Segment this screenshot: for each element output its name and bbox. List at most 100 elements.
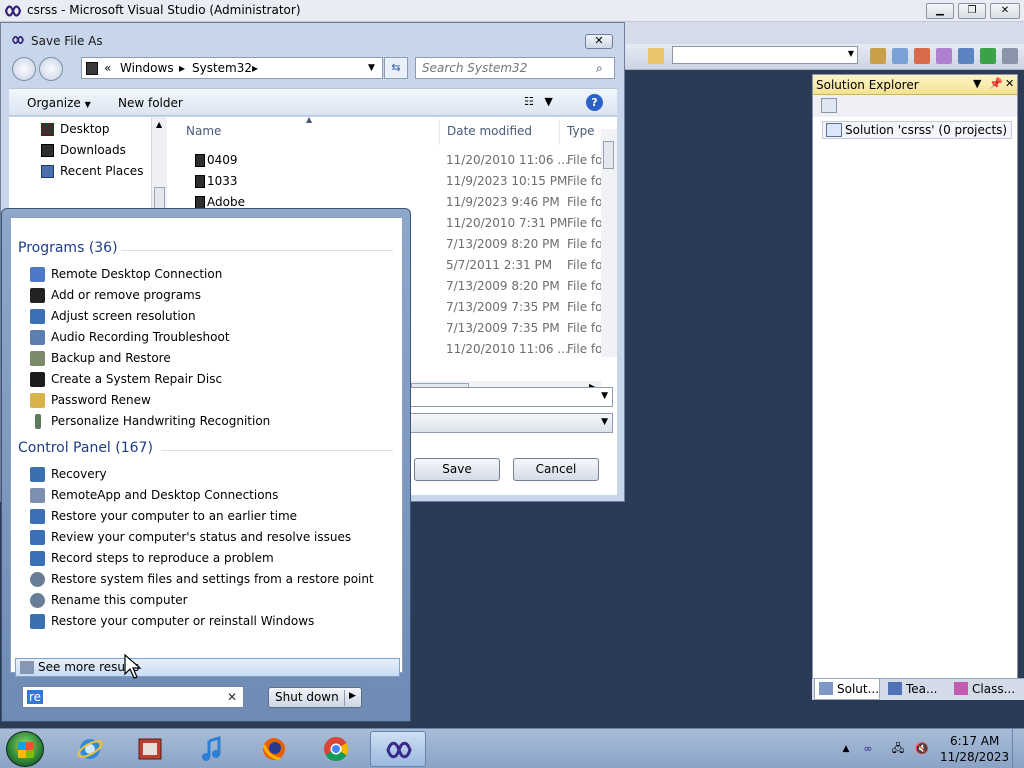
taskbar-itunes[interactable] [184,731,240,767]
result-record-steps[interactable]: Record steps to reproduce a problem [30,549,274,569]
save-as-type-combo[interactable]: ▼ [405,413,613,433]
file-date: 7/13/2009 7:35 PM [446,300,560,314]
start-page-icon[interactable] [980,48,996,64]
taskbar-firefox[interactable] [246,731,302,767]
solution-node[interactable]: Solution 'csrss' (0 projects) [822,121,1013,139]
column-divider[interactable] [439,119,440,145]
result-backup-and-restore[interactable]: Backup and Restore [30,349,171,369]
nav-pane-scrollbar[interactable]: ▲ [151,117,167,209]
programs-group-header[interactable]: Programs (36) [18,240,118,256]
close-button[interactable]: ✕ [990,3,1020,19]
result-label: Backup and Restore [51,351,171,365]
close-icon[interactable]: ✕ [1005,77,1014,90]
taskbar-visual-studio[interactable] [370,731,426,767]
breadcrumb-windows[interactable]: Windows [120,61,174,75]
nav-item-recent-places[interactable]: Recent Places [41,164,143,178]
tab-class-view[interactable]: Class... [950,679,1024,700]
result-review-status[interactable]: Review your computer's status and resolv… [30,528,351,548]
taskbar-chrome[interactable] [308,731,364,767]
file-row[interactable]: 1033 11/9/2023 10:15 PMFile fol [169,171,617,192]
result-personalize-handwriting[interactable]: Personalize Handwriting Recognition [30,412,270,432]
shutdown-button[interactable]: Shut down ▶ [268,687,362,708]
tools-icon[interactable] [958,48,974,64]
volume-muted-icon[interactable]: 🔇 [914,741,930,757]
start-search-input[interactable]: re ✕ [22,686,244,708]
result-remoteapp[interactable]: RemoteApp and Desktop Connections [30,486,278,506]
column-header-date[interactable]: Date modified [447,124,532,138]
view-options-button[interactable]: ☷ ▼ [524,95,564,111]
computer-icon [30,593,45,608]
start-button[interactable] [6,731,44,767]
file-name-combo[interactable]: ▼ [405,387,613,407]
column-header-type[interactable]: Type [567,124,595,138]
back-button[interactable] [12,57,36,81]
properties-icon[interactable] [892,48,908,64]
file-date: 11/20/2010 11:06 ... [446,153,569,167]
cancel-button[interactable]: Cancel [513,458,599,481]
column-divider[interactable] [559,119,560,145]
result-rename-computer[interactable]: Rename this computer [30,591,188,611]
nav-item-desktop[interactable]: Desktop [41,122,110,136]
toolbox-icon[interactable] [936,48,952,64]
file-list-scrollbar[interactable] [601,129,617,357]
address-bar[interactable]: « Windows ▸ System32 ▸ ▼ [81,57,383,79]
show-desktop-button[interactable] [1012,729,1024,768]
column-header-name[interactable]: Name [186,124,221,138]
see-more-results-link[interactable]: See more results [15,658,400,677]
result-adjust-screen-resolution[interactable]: Adjust screen resolution [30,307,196,327]
display-icon [30,309,45,324]
solution-explorer-icon[interactable] [870,48,886,64]
close-button[interactable]: ✕ [585,34,613,49]
properties-icon[interactable] [821,98,837,113]
chevron-down-icon[interactable]: ▼ [601,391,608,401]
organize-button[interactable]: Organize ▼ [27,96,91,110]
minimize-button[interactable]: ▁ [926,3,954,19]
pin-icon[interactable]: 📌 [989,77,1003,90]
result-reinstall-windows[interactable]: Restore your computer or reinstall Windo… [30,612,314,632]
refresh-button[interactable]: ⇆ [384,57,408,79]
nav-item-downloads[interactable]: Downloads [41,143,126,157]
taskbar-internet-explorer[interactable] [62,731,118,767]
new-folder-button[interactable]: New folder [118,96,183,110]
result-create-system-repair-disc[interactable]: Create a System Repair Disc [30,370,222,390]
object-browser-icon[interactable] [914,48,930,64]
result-password-renew[interactable]: Password Renew [30,391,151,411]
search-query[interactable]: re [27,690,44,704]
result-remote-desktop-connection[interactable]: Remote Desktop Connection [30,265,222,285]
result-restore-system-files[interactable]: Restore system files and settings from a… [30,570,374,590]
taskbar-media-center[interactable] [122,731,178,767]
solution-config-combo[interactable]: ▼ [672,46,858,64]
result-add-remove-programs[interactable]: Add or remove programs [30,286,201,306]
options-icon[interactable] [1002,48,1018,64]
forward-button[interactable] [39,57,63,81]
clock-time[interactable]: 6:17 AM [950,734,999,748]
tab-team-explorer[interactable]: Tea... [884,679,946,700]
chevron-down-icon[interactable]: ▼ [368,63,375,73]
network-icon[interactable]: 🖧 [890,741,906,757]
search-box[interactable]: ⌕ [415,57,615,79]
search-input[interactable] [422,60,592,76]
scroll-thumb[interactable] [154,187,165,209]
save-button[interactable]: Save [414,458,500,481]
breadcrumb-overflow[interactable]: « [104,61,111,75]
result-recovery[interactable]: Recovery [30,465,107,485]
result-audio-recording-troubleshoot[interactable]: Audio Recording Troubleshoot [30,328,230,348]
file-row[interactable]: 0409 11/20/2010 11:06 ...File fol [169,150,617,171]
show-hidden-icons-icon[interactable]: ▲ [838,741,854,757]
dropdown-arrow-icon[interactable]: ▼ [973,77,981,90]
scroll-thumb[interactable] [603,141,614,169]
chevron-down-icon[interactable]: ▼ [601,417,608,427]
help-icon[interactable]: ? [586,94,603,111]
control-panel-group-header[interactable]: Control Panel (167) [18,440,153,456]
chevron-right-icon[interactable]: ▶ [349,691,356,701]
result-restore-earlier-time[interactable]: Restore your computer to an earlier time [30,507,297,527]
visual-studio-tray-icon[interactable]: ∞ [860,741,876,757]
maximize-button[interactable]: ❐ [958,3,986,19]
tab-solution-explorer[interactable]: Solut... [814,679,880,700]
clear-search-icon[interactable]: ✕ [227,690,237,704]
search-icon[interactable]: ⌕ [596,61,608,75]
clock-date[interactable]: 11/28/2023 [940,750,1009,764]
find-in-files-icon[interactable] [648,48,664,64]
scroll-up-icon[interactable]: ▲ [156,120,162,129]
breadcrumb-system32[interactable]: System32 [192,61,252,75]
